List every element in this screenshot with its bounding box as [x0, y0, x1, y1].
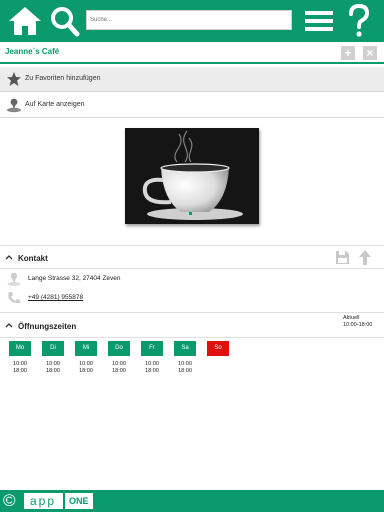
close-time: 18:00	[112, 368, 126, 374]
top-bar	[0, 0, 384, 42]
close-button[interactable]: ×	[363, 46, 377, 60]
show-on-map-label: Auf Karte anzeigen	[25, 101, 85, 108]
day-monday[interactable]: Mo	[9, 341, 31, 356]
save-icon[interactable]	[335, 250, 350, 265]
cafe-photo	[125, 128, 259, 224]
day-sunday[interactable]: So	[207, 341, 229, 356]
brand-app-text: app	[24, 493, 64, 509]
hours-saturday: 10:00 18:00	[174, 361, 196, 375]
address-text: Lange Strasse 32, 27404 Zeven	[28, 275, 121, 282]
address-row: Lange Strasse 32, 27404 Zeven	[0, 270, 384, 288]
phone-row[interactable]: +49 (4281) 955878	[0, 289, 384, 307]
close-time: 18:00	[145, 368, 159, 374]
chevron-up-icon[interactable]	[5, 322, 13, 328]
close-time: 18:00	[79, 368, 93, 374]
menu-icon[interactable]	[304, 4, 334, 38]
phone-icon	[8, 292, 20, 304]
title-bar: Jeanne`s Café + ×	[0, 42, 384, 64]
hours-wednesday: 10:00 18:00	[75, 361, 97, 375]
add-button[interactable]: +	[341, 46, 355, 60]
current-hours: Aktuell 10:00-18:00	[343, 315, 372, 329]
search-input[interactable]	[86, 10, 292, 30]
open-time: 10:00	[145, 361, 159, 367]
search-icon[interactable]	[50, 4, 80, 38]
home-icon[interactable]	[7, 4, 43, 38]
hours-monday: 10:00 18:00	[9, 361, 31, 375]
current-label: Aktuell	[343, 315, 360, 321]
footer-bar: © app ONE	[0, 490, 384, 512]
close-time: 18:00	[46, 368, 60, 374]
add-favorite-row[interactable]: Zu Favoriten hinzufügen	[0, 67, 384, 92]
opening-hours-header[interactable]: Öffnungszeiten Aktuell 10:00-18:00	[0, 312, 384, 338]
map-pin-icon	[7, 98, 21, 113]
day-wednesday[interactable]: Mi	[75, 341, 97, 356]
star-icon	[7, 72, 21, 86]
contact-section-header[interactable]: Kontakt	[0, 245, 384, 269]
day-tuesday[interactable]: Di	[42, 341, 64, 356]
close-time: 18:00	[178, 368, 192, 374]
open-time: 10:00	[178, 361, 192, 367]
current-hours-value: 10:00-18:00	[343, 322, 373, 328]
show-on-map-row[interactable]: Auf Karte anzeigen	[0, 93, 384, 118]
open-time: 10:00	[46, 361, 60, 367]
open-time: 10:00	[112, 361, 126, 367]
brand-one-text: ONE	[63, 493, 93, 509]
opening-hours-heading: Öffnungszeiten	[18, 322, 77, 331]
close-time: 18:00	[13, 368, 27, 374]
hours-friday: 10:00 18:00	[141, 361, 163, 375]
add-favorite-label: Zu Favoriten hinzufügen	[25, 75, 101, 82]
location-icon	[7, 272, 21, 286]
copyright-icon: ©	[3, 491, 16, 510]
open-time: 10:00	[79, 361, 93, 367]
phone-link[interactable]: +49 (4281) 955878	[28, 294, 83, 301]
help-icon[interactable]	[345, 4, 373, 38]
day-thursday[interactable]: Do	[108, 341, 130, 356]
hours-thursday: 10:00 18:00	[108, 361, 130, 375]
app-one-logo[interactable]: app ONE	[24, 492, 93, 510]
contact-heading: Kontakt	[18, 254, 48, 263]
day-saturday[interactable]: Sa	[174, 341, 196, 356]
hours-tuesday: 10:00 18:00	[42, 361, 64, 375]
page-title: Jeanne`s Café	[5, 47, 60, 56]
upload-icon[interactable]	[358, 249, 372, 266]
open-time: 10:00	[13, 361, 27, 367]
day-friday[interactable]: Fr	[141, 341, 163, 356]
chevron-up-icon[interactable]	[5, 254, 13, 260]
